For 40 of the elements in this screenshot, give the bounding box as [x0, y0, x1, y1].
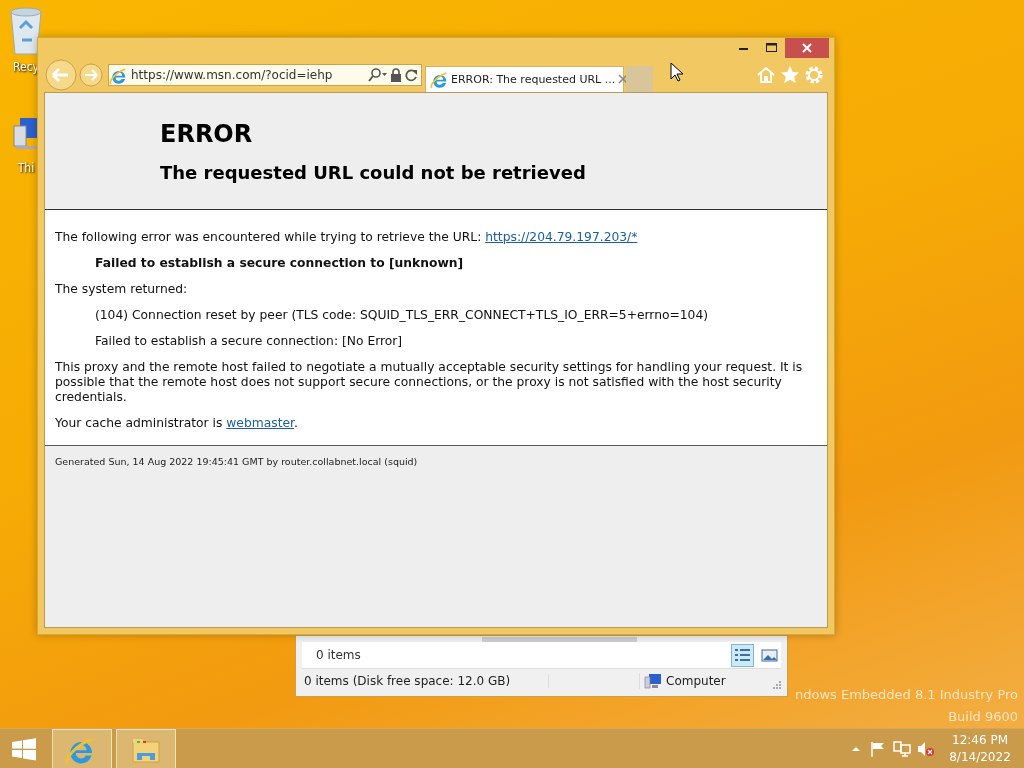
body-text: Failed to establish a secure connection: [No Error] — [95, 334, 404, 349]
details-view-icon[interactable] — [731, 643, 754, 667]
network-icon[interactable] — [892, 740, 912, 758]
body-text: The system returned: — [55, 282, 189, 297]
forward-button[interactable] — [78, 61, 104, 88]
error-heading: ERROR — [160, 119, 254, 148]
back-button[interactable] — [44, 57, 78, 92]
item-count: 0 items — [316, 648, 361, 662]
browser-logo-icon — [430, 70, 448, 88]
status-text: 0 items (Disk free space: 12.0 GB) — [302, 673, 549, 688]
pointer-icon — [670, 62, 684, 82]
computer-icon — [644, 672, 662, 689]
edition-text: ndows Embedded 8.1 Industry Pro — [794, 686, 1018, 704]
settings-icon[interactable] — [804, 64, 824, 85]
computer-icon[interactable] — [12, 116, 40, 150]
footer-text: Generated Sun, 14 Aug 2022 19:45:41 GMT by router.collabnet.local (squid) — [55, 456, 419, 467]
file-explorer-button[interactable] — [116, 729, 176, 768]
body-text: This proxy and the remote host failed to negotiate a mutually acceptable security settings for handling your request. It is possible that the remote host does not support secure connections, or the proxy is not satisfied with the host security credentials. — [55, 360, 804, 405]
link[interactable]: webmaster — [226, 416, 294, 430]
body-text: The following error was encountered while trying to retrieve the URL: https://204.79.197.203/* — [55, 230, 639, 245]
refresh-icon[interactable] — [404, 66, 418, 83]
close-button[interactable] — [785, 38, 829, 58]
body-text: (104) Connection reset by peer (TLS code: SQUID_TLS_ERR_CONNECT+TLS_IO_ERR=5+errno=104) — [95, 308, 710, 323]
address-bar[interactable]: https://www.msn.com/?ocid=iehp — [108, 63, 422, 86]
body-text: Failed to establish a secure connection to [unknown] — [95, 256, 465, 271]
lock-icon[interactable] — [390, 66, 402, 83]
muted-speaker-icon[interactable] — [916, 740, 936, 758]
browser-app-button[interactable] — [52, 729, 112, 768]
edition-text: Build 9600 — [947, 708, 1018, 726]
body-text: Your cache administrator is webmaster. — [55, 416, 299, 431]
error-subheading: The requested URL could not be retrieved — [160, 161, 587, 183]
recycle-bin-icon[interactable] — [8, 6, 44, 56]
home-icon[interactable] — [756, 64, 776, 85]
browser-tab[interactable]: ERROR: The requested URL ... — [425, 65, 624, 92]
favorites-star-icon[interactable] — [780, 64, 800, 85]
link[interactable]: https://204.79.197.203/* — [485, 230, 638, 244]
search-icon[interactable] — [366, 66, 388, 83]
location-text: Computer — [666, 673, 726, 688]
close-icon[interactable] — [618, 74, 629, 84]
resize-grip-icon[interactable] — [773, 680, 781, 689]
